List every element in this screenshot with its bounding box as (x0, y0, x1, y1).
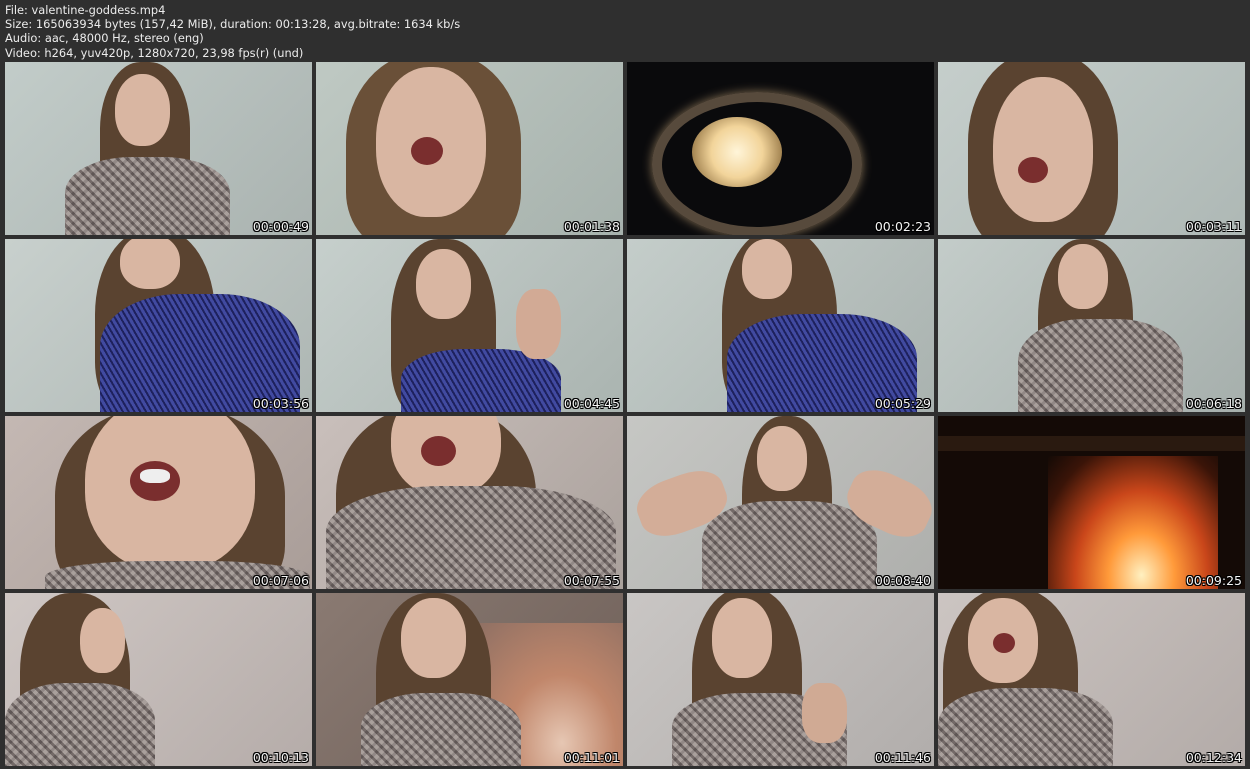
timestamp-label: 00:11:46 (874, 750, 931, 765)
thumbnail-grid: 00:00:49 00:01:38 00:02:23 00:03:11 00:0… (4, 60, 1246, 766)
thumbnail[interactable]: 00:11:01 (316, 593, 623, 766)
timestamp-label: 00:04:45 (563, 396, 620, 411)
timestamp-label: 00:03:56 (252, 396, 309, 411)
thumbnail[interactable]: 00:08:40 (627, 416, 934, 589)
timestamp-label: 00:11:01 (563, 750, 620, 765)
file-size-line: Size: 165063934 bytes (157,42 MiB), dura… (5, 17, 461, 32)
timestamp-label: 00:10:13 (252, 750, 309, 765)
thumbnail[interactable]: 00:07:55 (316, 416, 623, 589)
thumbnail-image (938, 62, 1245, 235)
timestamp-label: 00:09:25 (1185, 573, 1242, 588)
thumbnail-image (938, 239, 1245, 412)
video-info-line: Video: h264, yuv420p, 1280x720, 23,98 fp… (5, 45, 304, 60)
thumbnail-image (316, 239, 623, 412)
timestamp-label: 00:07:55 (563, 573, 620, 588)
timestamp-label: 00:08:40 (874, 573, 931, 588)
timestamp-label: 00:01:38 (563, 219, 620, 234)
thumbnail-image (627, 239, 934, 412)
timestamp-label: 00:00:49 (252, 219, 309, 234)
thumbnail[interactable]: 00:11:46 (627, 593, 934, 766)
timestamp-label: 00:05:29 (874, 396, 931, 411)
thumbnail[interactable]: 00:10:13 (5, 593, 312, 766)
timestamp-label: 00:02:23 (874, 219, 931, 234)
thumbnail-image (5, 416, 312, 589)
thumbnail[interactable]: 00:07:06 (5, 416, 312, 589)
thumbnail[interactable]: 00:01:38 (316, 62, 623, 235)
audio-info-line: Audio: aac, 48000 Hz, stereo (eng) (5, 31, 204, 46)
thumbnail-image (316, 593, 623, 766)
thumbnail[interactable]: 00:12:34 (938, 593, 1245, 766)
thumbnail[interactable]: 00:04:45 (316, 239, 623, 412)
thumbnail[interactable]: 00:06:18 (938, 239, 1245, 412)
thumbnail-image (938, 593, 1245, 766)
file-info-header: File: valentine-goddess.mp4 Size: 165063… (5, 3, 460, 60)
thumbnail-image (316, 416, 623, 589)
thumbnail-image (5, 62, 312, 235)
thumbnail[interactable]: 00:09:25 (938, 416, 1245, 589)
thumbnail-image (627, 62, 934, 235)
thumbnail-image (627, 416, 934, 589)
thumbnail[interactable]: 00:05:29 (627, 239, 934, 412)
thumbnail-image (938, 416, 1245, 589)
thumbnail[interactable]: 00:00:49 (5, 62, 312, 235)
thumbnail-image (5, 593, 312, 766)
timestamp-label: 00:07:06 (252, 573, 309, 588)
timestamp-label: 00:12:34 (1185, 750, 1242, 765)
timestamp-label: 00:03:11 (1185, 219, 1242, 234)
thumbnail[interactable]: 00:03:11 (938, 62, 1245, 235)
timestamp-label: 00:06:18 (1185, 396, 1242, 411)
thumbnail-image (5, 239, 312, 412)
thumbnail-image (316, 62, 623, 235)
thumbnail[interactable]: 00:02:23 (627, 62, 934, 235)
thumbnail[interactable]: 00:03:56 (5, 239, 312, 412)
file-name-line: File: valentine-goddess.mp4 (5, 3, 166, 17)
thumbnail-image (627, 593, 934, 766)
